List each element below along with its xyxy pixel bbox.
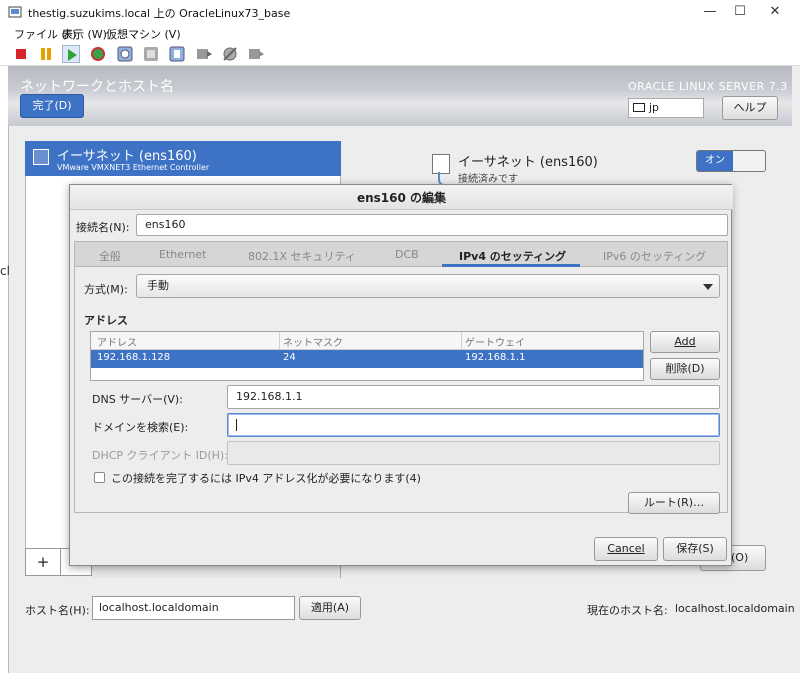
edit-connection-dialog: ens160 の編集 接続名(N): ens160 全般 Ethernet 80… (69, 184, 733, 566)
delete-address-button[interactable]: 削除(D) (650, 358, 720, 380)
keyboard-layout-label: jp (649, 101, 660, 114)
settings-icon[interactable] (221, 45, 239, 63)
close-button[interactable]: ✕ (760, 2, 790, 22)
snapshot-icon[interactable] (116, 45, 134, 63)
menubar: ファイル (F) 表示 (W) 仮想マシン (V) (0, 24, 800, 42)
help-button[interactable]: ヘルプ (722, 96, 778, 120)
page-title: ネットワークとホスト名 (20, 79, 174, 95)
add-address-label: Add (674, 335, 696, 348)
keyboard-icon (633, 103, 645, 112)
window-title: thestig.suzukims.local 上の OracleLinux73_… (28, 7, 291, 20)
dns-servers-input[interactable]: 192.168.1.1 (227, 385, 720, 409)
require-ipv4-checkbox[interactable] (94, 472, 105, 483)
tab-8021x-security[interactable]: 802.1X セキュリティ (248, 248, 356, 264)
search-domains-label: ドメインを検索(E): (92, 421, 189, 434)
column-address: アドレス (97, 338, 137, 349)
keyboard-layout-indicator[interactable]: jp (628, 98, 704, 118)
column-divider (461, 332, 462, 350)
menu-view[interactable]: 表示 (W) (62, 26, 107, 42)
tab-ipv6-settings[interactable]: IPv6 のセッティング (603, 248, 706, 264)
cell-address: 192.168.1.128 (97, 352, 171, 363)
ethernet-icon (33, 149, 49, 165)
minimize-button[interactable]: — (695, 2, 725, 22)
snapshot-manager-icon[interactable] (142, 45, 160, 63)
column-divider (279, 332, 280, 350)
tab-ipv4-settings[interactable]: IPv4 のセッティング (459, 248, 566, 264)
toolbar (0, 42, 800, 66)
tools-icon[interactable] (247, 45, 265, 63)
column-gateway: ゲートウェイ (465, 338, 525, 349)
play-icon[interactable] (62, 45, 80, 63)
tab-ethernet[interactable]: Ethernet (159, 248, 206, 261)
address-table-header: アドレス ネットマスク ゲートウェイ (91, 332, 643, 350)
method-value: 手動 (147, 279, 169, 292)
maximize-button[interactable]: ☐ (725, 2, 755, 22)
routes-button[interactable]: ルート(R)… (628, 492, 720, 514)
address-table[interactable]: アドレス ネットマスク ゲートウェイ 192.168.1.128 24 192.… (90, 331, 644, 381)
current-hostname-value: localhost.localdomain (675, 602, 795, 615)
apply-button[interactable]: 適用(A) (299, 596, 361, 620)
window-titlebar: thestig.suzukims.local 上の OracleLinux73_… (0, 0, 800, 24)
device-detail-title: イーサネット (ens160) (458, 155, 598, 170)
menu-vm[interactable]: 仮想マシン (V) (106, 26, 181, 42)
revert-icon[interactable] (168, 45, 186, 63)
dialog-title: ens160 の編集 (356, 191, 447, 205)
spoke-header: ネットワークとホスト名 完了(D) ORACLE LINUX SERVER 7.… (8, 66, 792, 126)
add-address-button[interactable]: Add (650, 331, 720, 353)
current-hostname-label: 現在のホスト名: (587, 604, 668, 617)
search-domains-input[interactable] (227, 413, 720, 437)
cancel-label: Cancel (607, 542, 645, 555)
console-icon[interactable] (195, 45, 213, 63)
dhcp-client-id-label: DHCP クライアント ID(H): (92, 449, 228, 462)
reset-icon[interactable] (89, 45, 107, 63)
toggle-on-label: オン (697, 151, 733, 171)
vm-app-icon (8, 6, 22, 18)
device-list-item-ens160[interactable]: イーサネット (ens160) VMware VMXNET3 Ethernet … (25, 141, 341, 176)
hostname-input[interactable]: localhost.localdomain (92, 596, 295, 620)
cell-gateway: 192.168.1.1 (465, 352, 526, 363)
device-status: 接続済みです (458, 174, 518, 185)
save-button[interactable]: 保存(S) (663, 537, 727, 561)
table-row[interactable]: 192.168.1.128 24 192.168.1.1 (91, 350, 643, 368)
device-toggle[interactable]: オン (696, 150, 766, 172)
column-netmask: ネットマスク (283, 338, 343, 349)
cell-netmask: 24 (283, 352, 296, 363)
dhcp-client-id-input (227, 441, 720, 465)
ethernet-detail-icon (432, 154, 450, 174)
pause-icon[interactable] (37, 45, 55, 63)
cut-off-text: cl (0, 264, 10, 278)
tab-general[interactable]: 全般 (99, 248, 121, 264)
method-select[interactable]: 手動 (136, 274, 720, 298)
done-button[interactable]: 完了(D) (20, 94, 84, 118)
require-ipv4-label[interactable]: この接続を完了するには IPv4 アドレス化が必要になります(4) (111, 470, 421, 486)
device-description: VMware VMXNET3 Ethernet Controller (57, 163, 210, 172)
dialog-tabs: 全般 Ethernet 802.1X セキュリティ DCB IPv4 のセッティ… (74, 241, 728, 267)
stop-icon[interactable] (12, 45, 30, 63)
method-label: 方式(M): (84, 283, 128, 296)
dns-servers-label: DNS サーバー(V): (92, 393, 183, 406)
hostname-label: ホスト名(H): (25, 604, 90, 617)
add-device-button[interactable]: + (25, 548, 61, 576)
product-brand: ORACLE LINUX SERVER 7.3 (628, 80, 788, 93)
chevron-down-icon (703, 284, 713, 290)
device-name: イーサネット (ens160) (57, 149, 197, 164)
text-cursor (236, 419, 237, 431)
tab-dcb[interactable]: DCB (395, 248, 419, 261)
address-section-heading: アドレス (84, 314, 128, 327)
connection-name-label: 接続名(N): (76, 221, 130, 234)
connection-name-input[interactable]: ens160 (136, 214, 728, 236)
cancel-button[interactable]: Cancel (594, 537, 658, 561)
